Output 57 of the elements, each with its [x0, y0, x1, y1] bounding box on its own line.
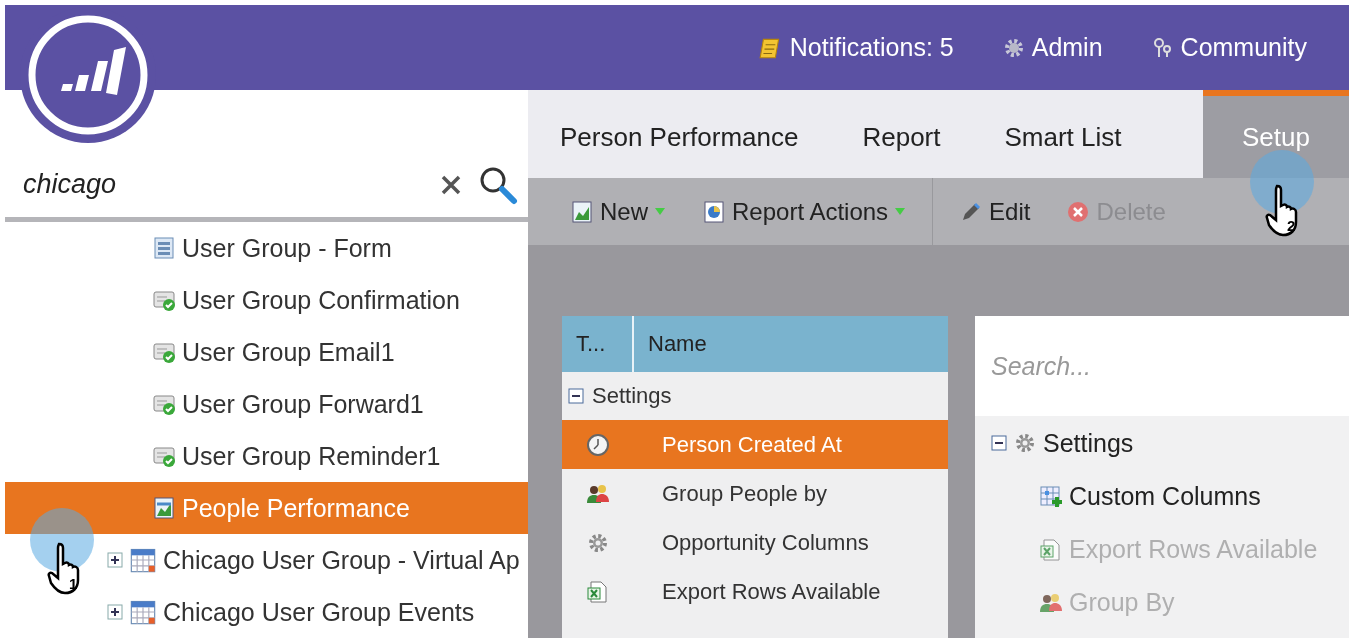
email-check-icon — [152, 392, 176, 416]
calendar-icon — [129, 598, 157, 626]
collapse-icon[interactable] — [568, 388, 584, 404]
spreadsheet-icon — [1039, 537, 1063, 562]
tree-item[interactable]: Chicago User Group - Virtual Ap — [163, 545, 520, 575]
table-cell-text: Person Created At — [661, 431, 842, 458]
tree-item-label: User Group - Form — [182, 233, 392, 263]
table-row[interactable]: Group People by — [562, 469, 948, 518]
table-cell-text: Opportunity Columns — [661, 529, 869, 556]
tree-item[interactable]: User Group Confirmation — [5, 274, 528, 326]
grid-plus-icon — [1039, 484, 1063, 509]
column-header[interactable]: Name — [634, 316, 948, 372]
tree-item-label: User Group Reminder1 — [182, 441, 441, 471]
delete-icon — [1066, 199, 1091, 224]
table-cell-text: Group People by — [661, 480, 828, 507]
tab[interactable]: Smart List — [972, 90, 1154, 178]
email-check-icon — [152, 288, 176, 312]
tree-item-label: User Group Confirmation — [182, 285, 460, 315]
close-icon[interactable] — [440, 173, 462, 196]
group-label: Settings — [592, 383, 672, 409]
gear-icon — [1013, 431, 1037, 455]
search-field[interactable]: Search... — [975, 316, 1349, 416]
collapse-icon[interactable] — [991, 435, 1007, 451]
settings-item[interactable]: Custom Columns — [975, 470, 1349, 523]
tree-item[interactable]: User Group Reminder1 — [5, 430, 528, 482]
spreadsheet-icon — [586, 579, 610, 604]
tree-item[interactable]: Chicago User Group Events — [163, 597, 475, 627]
form-icon — [152, 236, 176, 260]
expand-icon[interactable] — [107, 552, 123, 568]
header-link[interactable]: Notifications: 5 — [757, 33, 954, 62]
calendar-icon — [129, 546, 157, 574]
chart-image-icon — [152, 496, 176, 520]
toolbar-button[interactable]: Edit — [941, 178, 1049, 245]
email-check-icon — [152, 444, 176, 468]
tree-item[interactable]: User Group Forward1 — [5, 378, 528, 430]
table-row[interactable]: Opportunity Columns — [562, 518, 948, 567]
search-field[interactable]: chicago — [21, 168, 424, 201]
chart-image-icon — [570, 199, 594, 224]
tree-item[interactable]: User Group - Form — [5, 222, 528, 274]
expand-icon[interactable] — [107, 604, 123, 620]
header-link[interactable]: Community — [1150, 33, 1307, 62]
tree-item-label: User Group Forward1 — [182, 389, 424, 419]
toolbar-button[interactable]: Report Actions — [684, 178, 925, 245]
tree-item-label: User Group Email1 — [182, 337, 395, 367]
column-header[interactable]: T... — [562, 316, 634, 372]
table-cell-text: Export Rows Available — [661, 578, 881, 605]
pie-chart-icon — [702, 199, 726, 224]
header-link[interactable]: Admin — [1001, 33, 1103, 62]
tab[interactable]: Report — [830, 90, 973, 178]
table-row[interactable]: Export Rows Available — [562, 567, 948, 616]
tab[interactable]: Person Performance — [528, 90, 831, 178]
toolbar-button[interactable]: New — [552, 178, 684, 245]
tree-item[interactable]: User Group Email1 — [5, 326, 528, 378]
group-label: Settings — [1043, 428, 1134, 458]
clock-icon — [586, 432, 610, 457]
tree-item-label: People Performance — [182, 493, 410, 523]
email-check-icon — [152, 340, 176, 364]
